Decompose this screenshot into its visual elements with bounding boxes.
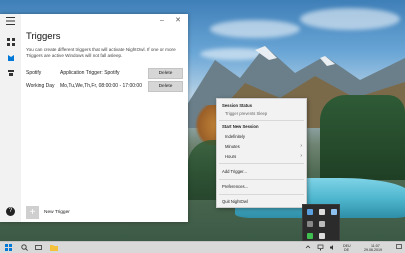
owl-icon[interactable] [5,54,16,65]
wallpaper-forest [320,95,405,180]
new-trigger-label[interactable]: New Trigger [44,210,70,215]
nav-rail: ? [0,14,21,222]
menu-separator [219,163,304,164]
file-explorer-icon[interactable] [50,244,58,252]
page-description: You can create different triggers that w… [26,47,176,58]
tray-overflow-flyout [302,204,340,241]
menu-item-add-trigger[interactable]: Add Trigger... [222,169,247,174]
volume-icon[interactable] [328,244,336,252]
tray-app-icon[interactable] [331,209,337,215]
menu-item-minutes[interactable]: Minutes [225,144,240,149]
delete-trigger-button[interactable]: Delete [148,81,183,92]
windows-start-icon[interactable] [4,244,12,252]
clock-date[interactable]: 29.06.2019 [364,248,382,252]
menu-separator [219,120,304,121]
clock-time[interactable]: 11:07 [371,244,380,248]
trigger-row: Spotify Application Trigger: Spotify Del… [26,68,183,79]
delete-trigger-button[interactable]: Delete [148,68,183,79]
trigger-detail: Application Trigger: Spotify [60,70,120,76]
tray-app-icon[interactable] [319,209,325,215]
minimize-button[interactable]: – [156,15,168,27]
language-sub-indicator[interactable]: DE [344,248,349,252]
menu-item-preferences[interactable]: Preferences... [222,184,248,189]
notifications-icon[interactable] [395,244,403,252]
page-title: Triggers [26,31,61,42]
network-icon[interactable] [316,244,324,252]
trigger-detail: Mo,Tu,We,Th,Fr, 08:00:00 - 17:00:00 [60,83,142,89]
close-button[interactable]: ✕ [172,15,184,27]
help-icon[interactable]: ? [6,207,15,216]
grid-icon[interactable] [5,38,16,49]
taskbar: DEU DE 11:07 29.06.2019 [0,241,405,253]
menu-item-quit[interactable]: Quit NightOwl [222,199,248,204]
chevron-right-icon: › [300,153,302,159]
wallpaper-cloud [210,20,300,38]
tray-overflow-chevron-icon[interactable] [304,244,312,252]
tray-context-menu: Session Status Trigger prevents Sleep St… [216,98,307,208]
tray-app-icon[interactable] [307,221,313,227]
session-status-value: Trigger prevents Sleep [225,111,268,116]
tray-app-icon[interactable] [319,233,325,239]
trigger-row: Working Day Mo,Tu,We,Th,Fr, 08:00:00 - 1… [26,81,183,92]
tray-app-icon[interactable] [307,209,313,215]
owl-tray-icon[interactable] [307,233,313,239]
session-status-label: Session Status [222,103,253,108]
wallpaper-cloud [300,8,400,30]
title-bar: – ✕ [21,14,188,28]
trigger-name: Working Day [26,83,55,89]
trigger-name: Spotify [26,70,42,76]
menu-item-hours[interactable]: Hours [225,154,236,159]
new-trigger-button[interactable]: + [26,206,39,219]
menu-item-indefinitely[interactable]: Indefinitely [225,134,245,139]
search-icon[interactable] [20,244,28,252]
menu-separator [219,179,304,180]
nightowl-window: ? – ✕ Triggers You can create different … [0,14,188,222]
hamburger-icon[interactable] [5,17,16,28]
menu-separator [219,194,304,195]
chevron-right-icon: › [300,143,302,149]
task-view-icon[interactable] [34,244,42,252]
tray-app-icon[interactable] [319,221,325,227]
start-session-label: Start New Session [222,124,259,129]
language-indicator[interactable]: DEU [343,244,351,248]
trigger-icon[interactable] [5,69,16,80]
